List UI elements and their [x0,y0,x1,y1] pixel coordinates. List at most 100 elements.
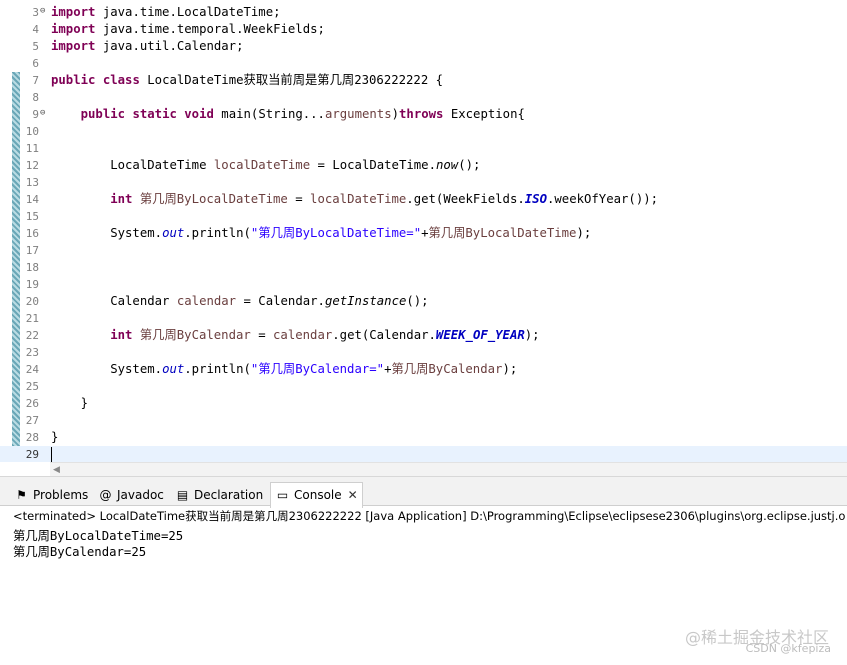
code-line[interactable]: 29 [0,446,847,462]
line-number: 26 [25,397,39,410]
console-output[interactable]: 第几周ByLocalDateTime=25 第几周ByCalendar=25 [13,528,183,560]
code-token: getInstance [324,294,407,308]
code-token: 第几周 [139,328,177,342]
code-line[interactable]: 13 [0,174,847,191]
java-editor[interactable]: 3 ⊖ import java.time.LocalDateTime; 4 import… [0,0,847,462]
code-token: now [435,158,459,172]
code-line[interactable]: 20 Calendar calendar = Calendar.getInsta… [0,293,847,310]
code-token: ISO [524,192,547,206]
fold-collapse-icon[interactable]: ⊖ [40,109,45,118]
line-number: 4 [32,23,39,36]
code-line[interactable]: 11 [0,140,847,157]
code-line[interactable]: 19 [0,276,847,293]
code-line[interactable]: 22 int 第几周ByCalendar = calendar.get(Cale… [0,327,847,344]
line-number: 24 [25,363,39,376]
code-line[interactable]: 8 [0,89,847,106]
line-number: 6 [32,57,39,70]
line-number: 15 [25,210,39,223]
code-token: calendar [273,328,333,342]
console-status-header: <terminated> LocalDateTime获取当前周是第几周23062… [0,508,847,525]
code-line[interactable]: 15 [0,208,847,225]
code-token: 第几周 [258,362,296,376]
code-token: Exception{ [443,107,525,121]
code-text: public static void main(String...argumen… [51,106,525,123]
code-line[interactable]: 24 System.out.println("第几周ByCalendar="+第… [0,361,847,378]
code-text: } [51,395,88,412]
code-text: Calendar calendar = Calendar.getInstance… [51,293,429,310]
code-line[interactable]: 10 [0,123,847,140]
tab-label: Console [294,488,342,502]
line-number: 21 [25,312,39,325]
code-line[interactable]: 18 [0,259,847,276]
code-token: .println( [184,226,251,240]
code-line[interactable]: 23 [0,344,847,361]
close-icon[interactable]: ✕ [348,488,358,502]
tab-problems[interactable]: ⚑ Problems [14,483,88,507]
code-token: 第几周 [428,226,466,240]
code-token: public [51,73,96,87]
code-token: .get(Calendar. [332,328,436,342]
fold-collapse-icon[interactable]: ⊖ [40,7,45,16]
code-token: 第几周 [258,226,296,240]
code-token: throws [399,107,444,121]
tab-javadoc[interactable]: @ Javadoc [98,483,164,507]
code-line[interactable]: 5 import java.util.Calendar; [0,38,847,55]
code-token: localDateTime [213,158,311,172]
code-token: class [102,73,140,87]
code-token: static [132,107,177,121]
code-line[interactable]: 28} [0,429,847,446]
scroll-left-icon[interactable]: ◀ [53,465,60,475]
console-icon: ▭ [276,488,289,502]
tab-console[interactable]: ▭ Console ✕ [270,482,363,508]
line-number: 7 [32,74,39,87]
code-text: int 第几周ByCalendar = calendar.get(Calenda… [51,327,539,344]
code-token: (); [458,158,481,172]
code-line[interactable]: 9 ⊖ public static void main(String...argu… [0,106,847,123]
line-number: 12 [25,159,39,172]
code-line[interactable]: 12 LocalDateTime localDateTime = LocalDa… [0,157,847,174]
code-token: ByLocalDateTime [465,226,577,240]
code-line[interactable]: 14 int 第几周ByLocalDateTime = localDateTim… [0,191,847,208]
code-token: = [287,192,311,206]
editor-horizontal-scrollbar[interactable]: ◀ [50,462,847,476]
code-line[interactable]: 6 [0,55,847,72]
code-token: .get(WeekFields. [406,192,525,206]
code-text: public class LocalDateTime获取当前周是第几周23062… [51,72,443,89]
code-token: main(String... [213,107,325,121]
line-number: 10 [25,125,39,138]
code-line[interactable]: 17 [0,242,847,259]
code-line[interactable]: 7 public class LocalDateTime获取当前周是第几周2306… [0,72,847,89]
code-line[interactable]: 21 [0,310,847,327]
code-line[interactable]: 27 [0,412,847,429]
javadoc-icon: @ [99,488,112,502]
line-number: 14 [25,193,39,206]
line-number: 23 [25,346,39,359]
problems-icon: ⚑ [16,488,27,502]
code-token: .println( [184,362,251,376]
code-line[interactable]: 3 ⊖ import java.time.LocalDateTime; [0,4,847,21]
code-line[interactable]: 4 import java.time.temporal.WeekFields; [0,21,847,38]
code-token: int [110,328,133,342]
code-token: public [80,107,126,121]
code-line[interactable]: 16 System.out.println("第几周ByLocalDateTim… [0,225,847,242]
line-number: 22 [25,329,39,342]
code-line[interactable]: 26 } [0,395,847,412]
line-number: 8 [32,91,39,104]
code-token: java.util.Calendar; [95,39,244,53]
line-number: 27 [25,414,39,427]
code-token: (); [406,294,429,308]
code-line[interactable]: 25 [0,378,847,395]
code-text: } [51,429,58,446]
code-token: localDateTime [310,192,407,206]
tab-declaration[interactable]: ▤ Declaration [175,483,263,507]
code-token: LocalDateTime [51,158,214,172]
console-line: 第几周ByLocalDateTime=25 [13,529,184,543]
code-text: LocalDateTime localDateTime = LocalDateT… [51,157,480,174]
line-number: 3 [32,6,39,19]
code-token: .weekOfYear()); [546,192,659,206]
